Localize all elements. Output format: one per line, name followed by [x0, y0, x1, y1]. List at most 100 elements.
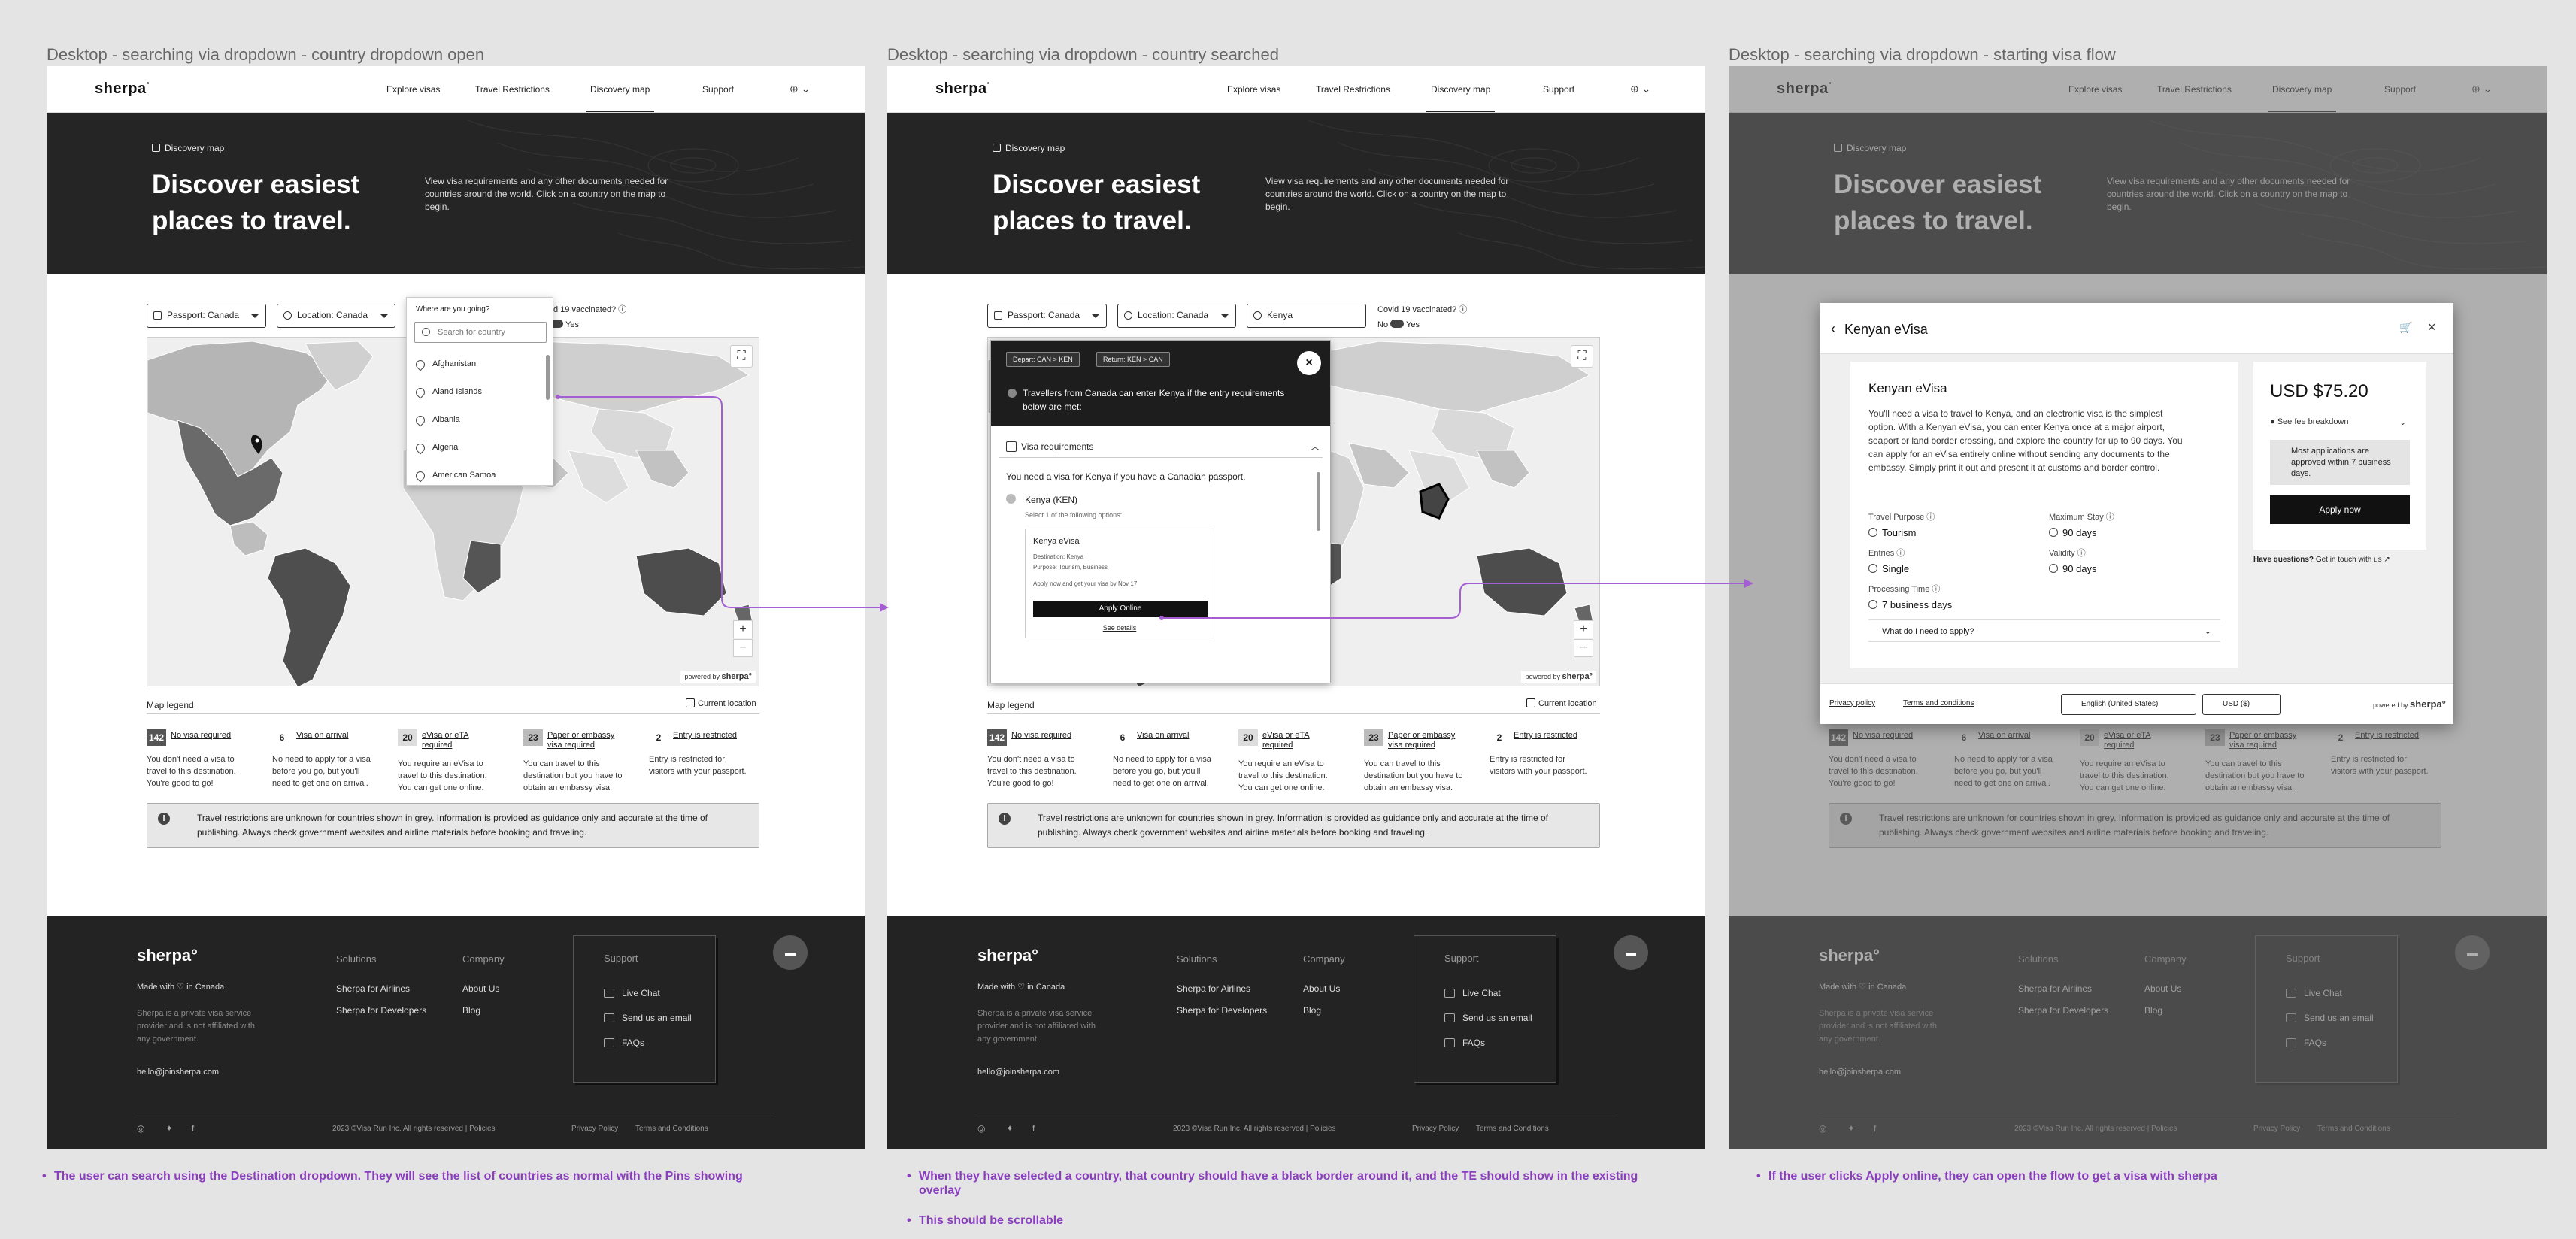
twitter-icon[interactable]: ✦ [1006, 1123, 1014, 1134]
legend-label[interactable]: Visa on arrival [296, 731, 364, 741]
language-select[interactable]: English (United States) [2061, 694, 2196, 715]
legend-evisa[interactable]: 20eVisa or eTA requiredYou require an eV… [1238, 729, 1350, 794]
chat-bubble-icon[interactable]: ▬ [1614, 935, 1648, 970]
close-icon[interactable]: × [1297, 351, 1321, 375]
footer-link-airlines[interactable]: Sherpa for Airlines [336, 983, 410, 994]
legend-visa-on-arrival[interactable]: 6 Visa on arrival No need to apply for a v… [1113, 729, 1224, 789]
return-chip[interactable]: Return: KEN > CAN [1096, 352, 1170, 367]
footer-email-link[interactable]: hello@joinsherpa.com [977, 1068, 1059, 1077]
nav-explore-visas[interactable]: Explore visas [1227, 84, 1280, 95]
nav-support[interactable]: Support [1543, 84, 1574, 95]
currency-select[interactable]: USD ($) [2202, 694, 2281, 715]
apply-online-button[interactable]: Apply Online [1033, 601, 1208, 617]
footer-link-about[interactable]: About Us [462, 983, 499, 994]
facebook-icon[interactable]: f [1032, 1123, 1035, 1134]
legend-embassy-visa[interactable]: 23Paper or embassy visa requiredYou can … [1364, 729, 1475, 794]
footer-terms-link[interactable]: Terms and Conditions [635, 1125, 708, 1133]
footer-link-email[interactable]: Send us an email [622, 1013, 692, 1023]
destination-dropdown[interactable]: Kenya [1247, 304, 1366, 328]
legend-label[interactable]: Paper or embassy visa required [1388, 731, 1456, 750]
footer-link-faqs[interactable]: FAQs [622, 1038, 644, 1048]
apply-requirements-accordion[interactable]: What do I need to apply? ⌄ [1868, 620, 2220, 642]
footer-link-airlines[interactable]: Sherpa for Airlines [1177, 983, 1250, 994]
footer-link-live-chat[interactable]: Live Chat [622, 988, 660, 998]
footer-terms-link[interactable]: Terms and Conditions [1476, 1125, 1549, 1133]
sherpa-logo[interactable]: sherpa° [935, 80, 990, 98]
depart-chip[interactable]: Depart: CAN > KEN [1006, 352, 1080, 367]
covid-vaccinated-toggle[interactable]: Covid 19 vaccinated? ⓘNoYes [1377, 303, 1467, 329]
zoom-in-button[interactable]: + [1574, 620, 1593, 638]
scrollbar[interactable] [546, 355, 550, 400]
nav-explore-visas[interactable]: Explore visas [386, 84, 440, 95]
get-in-touch-link[interactable]: Get in touch with us [2316, 556, 2382, 564]
scrollbar[interactable] [1317, 472, 1320, 531]
legend-label[interactable]: eVisa or eTA required [1262, 731, 1330, 750]
footer-email-link[interactable]: hello@joinsherpa.com [137, 1068, 219, 1077]
zoom-in-button[interactable]: + [733, 620, 753, 638]
country-option[interactable]: American Samoa [416, 471, 496, 480]
country-option[interactable]: Afghanistan [416, 359, 476, 368]
nav-travel-restrictions[interactable]: Travel Restrictions [475, 84, 550, 95]
nav-discovery-map[interactable]: Discovery map [1426, 84, 1496, 112]
passport-dropdown[interactable]: Passport: Canada [147, 304, 266, 328]
footer-link-faqs[interactable]: FAQs [1462, 1038, 1485, 1048]
country-option[interactable]: Aland Islands [416, 387, 482, 396]
footer-link-developers[interactable]: Sherpa for Developers [336, 1005, 426, 1016]
legend-label[interactable]: Entry is restricted [1514, 731, 1581, 741]
country-search-input[interactable]: Search for country [414, 322, 547, 343]
legend-entry-restricted[interactable]: 2 Entry is restricted Entry is restricted … [1490, 729, 1601, 777]
country-option[interactable]: Algeria [416, 443, 458, 452]
footer-link-developers[interactable]: Sherpa for Developers [1177, 1005, 1267, 1016]
legend-entry-restricted[interactable]: 2 Entry is restricted Entry is restricted … [649, 729, 760, 777]
instagram-icon[interactable]: ◎ [137, 1123, 144, 1134]
visa-option-card[interactable]: Kenya eVisa Destination: Kenya Purpose: … [1025, 529, 1214, 638]
sherpa-logo[interactable]: sherpa° [95, 80, 150, 98]
legend-label[interactable]: Visa on arrival [1137, 731, 1205, 741]
apply-now-button[interactable]: Apply now [2270, 495, 2410, 524]
legend-evisa[interactable]: 20eVisa or eTA requiredYou require an eV… [398, 729, 509, 794]
legend-label[interactable]: Entry is restricted [673, 731, 741, 741]
footer-privacy-link[interactable]: Privacy Policy [571, 1125, 618, 1133]
see-details-link[interactable]: See details [1026, 624, 1214, 632]
legend-no-visa[interactable]: 142No visa requiredYou don't need a visa… [987, 729, 1099, 789]
nav-support[interactable]: Support [702, 84, 734, 95]
fee-breakdown-toggle[interactable]: ● See fee breakdown ⌄ [2270, 417, 2406, 427]
location-dropdown[interactable]: Location: Canada [1117, 304, 1236, 328]
footer-logo[interactable]: sherpa° [137, 946, 198, 965]
nav-discovery-map[interactable]: Discovery map [585, 84, 655, 112]
location-dropdown[interactable]: Location: Canada [277, 304, 395, 328]
toggle-switch[interactable] [1390, 320, 1405, 328]
legend-label[interactable]: Paper or embassy visa required [547, 731, 615, 750]
footer-link-about[interactable]: About Us [1303, 983, 1340, 994]
legend-label[interactable]: eVisa or eTA required [422, 731, 489, 750]
globe-icon[interactable]: ⊕ ⌄ [1630, 83, 1650, 95]
zoom-out-button[interactable]: − [733, 639, 753, 657]
chevron-up-icon[interactable]: ︿ [1311, 440, 1320, 453]
back-icon[interactable]: ‹ [1831, 321, 1835, 337]
nav-travel-restrictions[interactable]: Travel Restrictions [1316, 84, 1390, 95]
footer-privacy-link[interactable]: Privacy Policy [1412, 1125, 1459, 1133]
passport-dropdown[interactable]: Passport: Canada [987, 304, 1107, 328]
twitter-icon[interactable]: ✦ [165, 1123, 173, 1134]
legend-visa-on-arrival[interactable]: 6 Visa on arrival No need to apply for a v… [272, 729, 383, 789]
legend-no-visa[interactable]: 142No visa requiredYou don't need a visa… [147, 729, 258, 789]
globe-icon[interactable]: ⊕ ⌄ [789, 83, 810, 95]
legend-label[interactable]: No visa required [171, 731, 238, 741]
fullscreen-icon[interactable]: ⛶ [1571, 345, 1593, 368]
close-icon[interactable]: × [2428, 320, 2436, 335]
legend-label[interactable]: No visa required [1011, 731, 1079, 741]
footer-logo[interactable]: sherpa° [977, 946, 1038, 965]
terms-link[interactable]: Terms and conditions [1903, 699, 1974, 707]
zoom-out-button[interactable]: − [1574, 639, 1593, 657]
visa-requirements-section[interactable]: Visa requirements [1006, 441, 1094, 452]
instagram-icon[interactable]: ◎ [977, 1123, 985, 1134]
chat-bubble-icon[interactable]: ▬ [773, 935, 808, 970]
legend-embassy-visa[interactable]: 23Paper or embassy visa requiredYou can … [523, 729, 635, 794]
cart-icon[interactable]: 🛒 [2399, 321, 2412, 334]
fullscreen-icon[interactable]: ⛶ [730, 345, 753, 368]
facebook-icon[interactable]: f [192, 1123, 194, 1134]
footer-link-blog[interactable]: Blog [462, 1005, 480, 1016]
country-option[interactable]: Albania [416, 415, 460, 424]
footer-link-live-chat[interactable]: Live Chat [1462, 988, 1501, 998]
footer-link-email[interactable]: Send us an email [1462, 1013, 1532, 1023]
